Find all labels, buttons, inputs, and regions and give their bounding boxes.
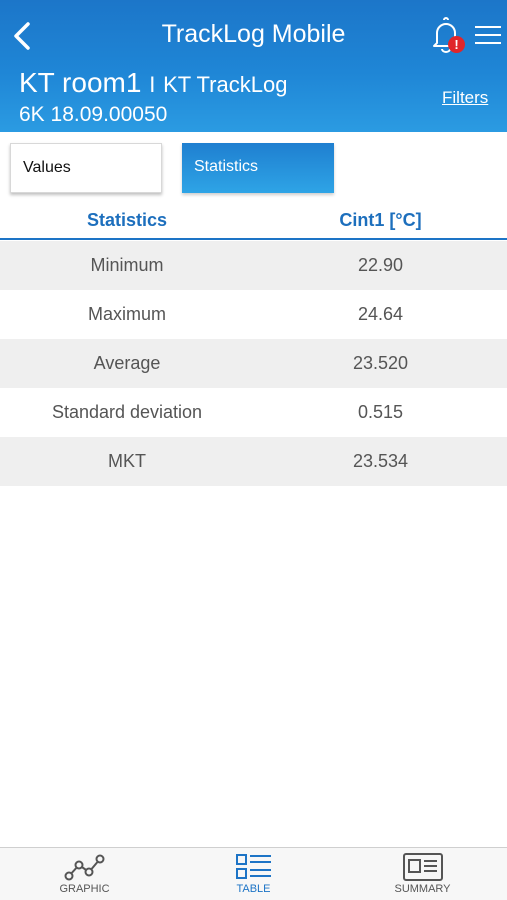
- device-app-name: KT TrackLog: [163, 72, 288, 97]
- stat-name: MKT: [108, 451, 146, 471]
- table-header: Statistics Cint1 [°C]: [0, 200, 507, 240]
- stat-name: Standard deviation: [51, 402, 203, 422]
- device-title: KT room1 I KT TrackLog: [19, 67, 287, 99]
- device-name: KT room1: [19, 67, 142, 98]
- table-row: Minimum 22.90: [0, 241, 507, 290]
- table-row: Standard deviation 0.515: [0, 388, 507, 437]
- stat-value: 22.90: [357, 255, 404, 275]
- stat-name: Average: [93, 353, 161, 373]
- device-serial: 6K 18.09.00050: [19, 103, 168, 126]
- column-header-statistics: Statistics: [86, 210, 168, 230]
- bottom-navigation: GRAPHIC TABLE SUMMARY: [0, 847, 507, 900]
- stat-name: Minimum: [90, 255, 164, 275]
- nav-table-label: TABLE: [236, 883, 271, 895]
- menu-button[interactable]: [474, 24, 502, 46]
- table-row: Maximum 24.64: [0, 290, 507, 339]
- stat-value: 23.534: [352, 451, 409, 471]
- tab-values[interactable]: Values: [10, 143, 162, 193]
- graph-line-icon: [64, 854, 104, 881]
- stat-value: 23.520: [352, 353, 409, 373]
- alert-badge: !: [448, 36, 465, 53]
- nav-graphic[interactable]: GRAPHIC: [0, 848, 169, 900]
- filters-link[interactable]: Filters: [442, 88, 488, 108]
- nav-summary[interactable]: SUMMARY: [338, 848, 507, 900]
- table-list-icon: [235, 854, 271, 879]
- stat-value: 0.515: [357, 402, 404, 422]
- table-row: MKT 23.534: [0, 437, 507, 486]
- summary-card-icon: [402, 853, 443, 881]
- nav-graphic-label: GRAPHIC: [59, 883, 110, 895]
- nav-summary-label: SUMMARY: [394, 883, 451, 895]
- table-row: Average 23.520: [0, 339, 507, 388]
- stat-value: 24.64: [357, 304, 404, 324]
- app-header: TrackLog Mobile ! KT room1 I KT TrackLog…: [0, 0, 507, 132]
- stat-name: Maximum: [87, 304, 166, 324]
- tab-statistics[interactable]: Statistics: [182, 143, 334, 193]
- title-separator: I: [149, 72, 156, 97]
- hamburger-menu-icon: [475, 26, 501, 44]
- statistics-table: Minimum 22.90 Maximum 24.64 Average 23.5…: [0, 241, 507, 486]
- nav-table[interactable]: TABLE: [169, 848, 338, 900]
- column-header-cint1: Cint1 [°C]: [339, 210, 422, 230]
